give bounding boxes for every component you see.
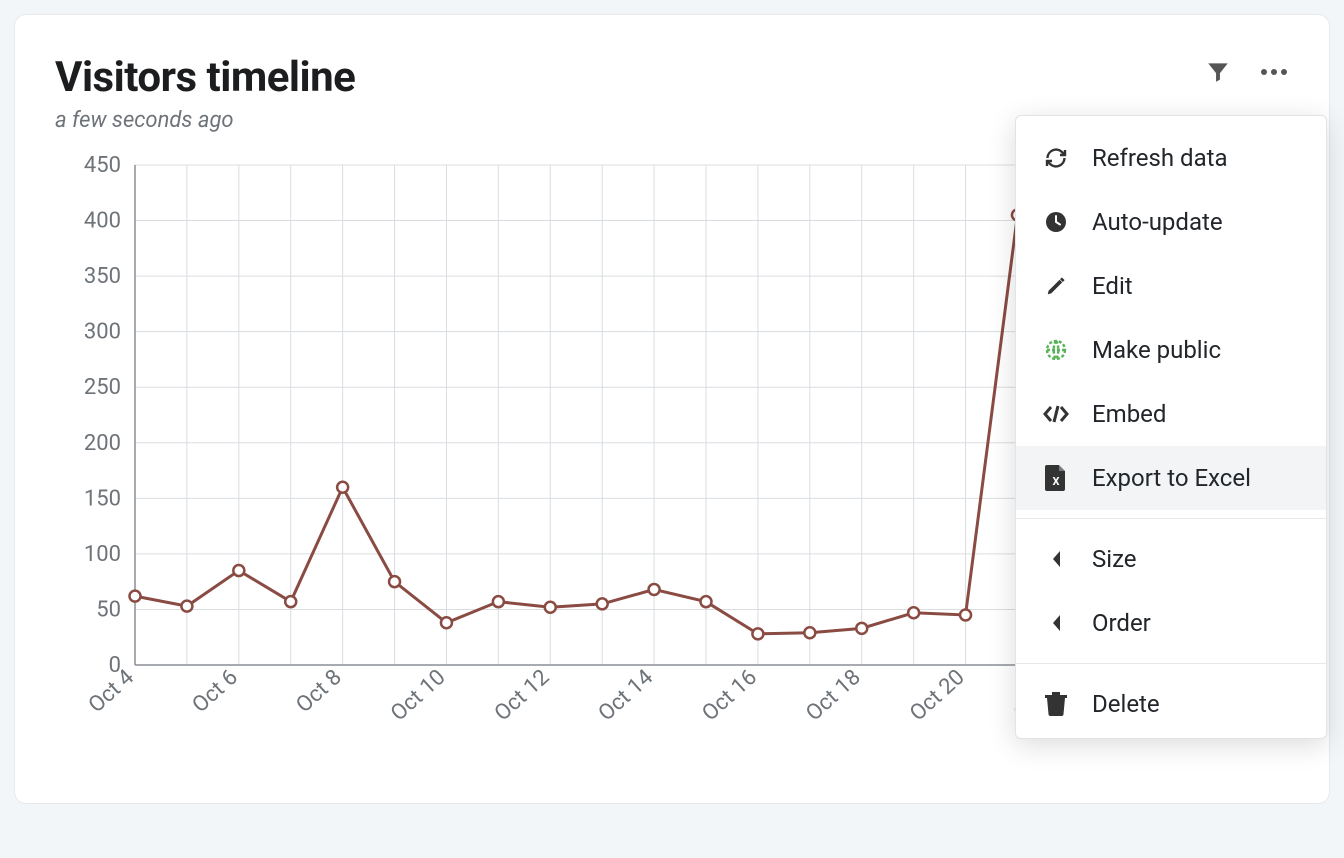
svg-text:250: 250 [84, 375, 121, 400]
menu-label: Order [1092, 609, 1151, 637]
clock-icon [1042, 208, 1070, 236]
svg-text:300: 300 [84, 320, 121, 345]
refresh-icon [1042, 144, 1070, 172]
title-block: Visitors timeline a few seconds ago [55, 53, 355, 133]
menu-divider [1016, 663, 1326, 664]
svg-text:Oct 16: Oct 16 [698, 665, 762, 726]
code-icon [1042, 400, 1070, 428]
menu-label: Delete [1092, 690, 1160, 718]
svg-text:Oct 6: Oct 6 [188, 665, 243, 718]
svg-text:400: 400 [84, 209, 121, 234]
svg-text:Oct 20: Oct 20 [905, 665, 969, 726]
svg-text:350: 350 [84, 264, 121, 289]
header-actions [1205, 59, 1289, 85]
svg-text:200: 200 [84, 431, 121, 456]
chart-card: Visitors timeline a few seconds ago 0501… [14, 14, 1330, 804]
menu-label: Auto-update [1092, 208, 1223, 236]
svg-text:100: 100 [84, 542, 121, 567]
menu-embed[interactable]: Embed [1016, 382, 1326, 446]
svg-text:Oct 14: Oct 14 [594, 665, 658, 726]
menu-edit[interactable]: Edit [1016, 254, 1326, 318]
menu-order[interactable]: Order [1016, 591, 1326, 655]
trash-icon [1042, 690, 1070, 718]
caret-left-icon [1042, 609, 1070, 637]
caret-left-icon [1042, 545, 1070, 573]
menu-auto-update[interactable]: Auto-update [1016, 190, 1326, 254]
card-subtitle: a few seconds ago [55, 108, 355, 133]
svg-text:Oct 8: Oct 8 [292, 665, 347, 718]
menu-refresh-data[interactable]: Refresh data [1016, 126, 1326, 190]
globe-icon [1042, 336, 1070, 364]
filter-icon[interactable] [1205, 59, 1231, 85]
more-icon[interactable] [1259, 67, 1289, 77]
menu-label: Export to Excel [1092, 464, 1251, 492]
card-menu: Refresh data Auto-update Edit Make publi… [1015, 115, 1327, 739]
svg-text:Oct 12: Oct 12 [490, 665, 554, 726]
svg-text:450: 450 [84, 155, 121, 178]
menu-export-excel[interactable]: X Export to Excel [1016, 446, 1326, 510]
menu-make-public[interactable]: Make public [1016, 318, 1326, 382]
svg-text:Oct 10: Oct 10 [386, 665, 450, 726]
menu-label: Edit [1092, 272, 1133, 300]
menu-size[interactable]: Size [1016, 527, 1326, 591]
excel-file-icon: X [1042, 464, 1070, 492]
menu-divider [1016, 518, 1326, 519]
menu-label: Make public [1092, 336, 1221, 364]
svg-text:50: 50 [96, 597, 121, 622]
pencil-icon [1042, 272, 1070, 300]
svg-text:150: 150 [84, 486, 121, 511]
menu-label: Refresh data [1092, 144, 1228, 172]
card-title: Visitors timeline [55, 53, 355, 102]
menu-label: Size [1092, 545, 1137, 573]
svg-text:Oct 18: Oct 18 [801, 665, 865, 726]
svg-text:X: X [1053, 475, 1060, 488]
menu-label: Embed [1092, 400, 1166, 428]
menu-delete[interactable]: Delete [1016, 672, 1326, 736]
